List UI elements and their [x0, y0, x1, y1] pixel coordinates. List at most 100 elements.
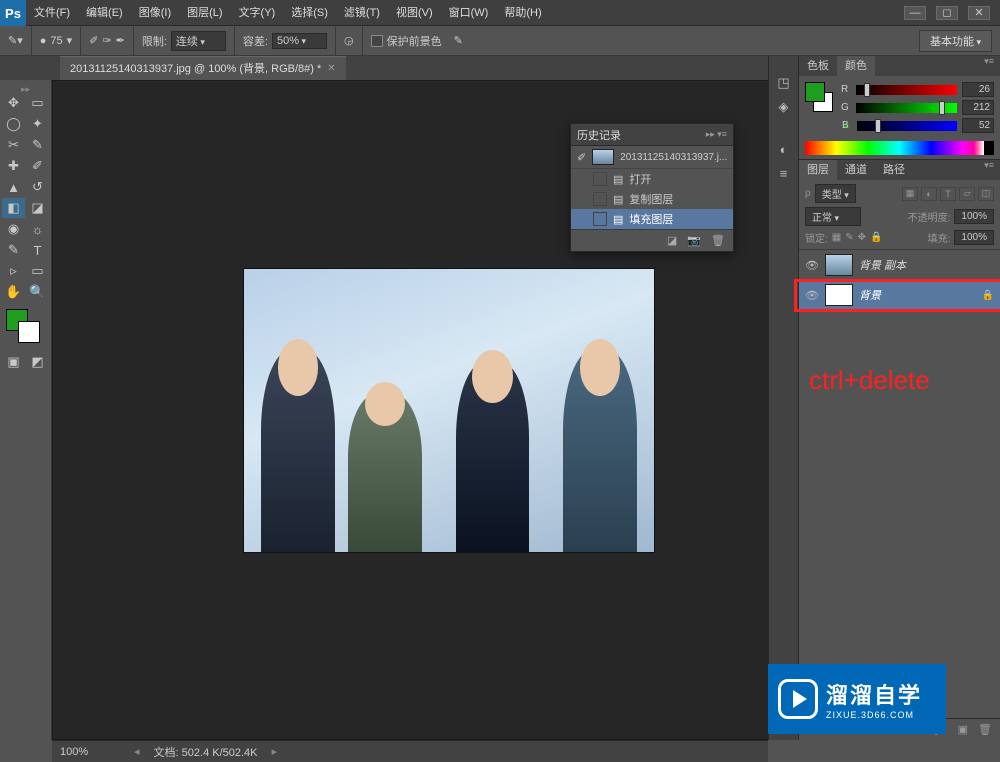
lock-position-icon[interactable]: ✥ — [858, 232, 866, 243]
minimize-button[interactable]: — — [904, 6, 926, 20]
dock-icon-nav[interactable]: ◳ — [769, 72, 798, 94]
r-slider[interactable] — [856, 85, 957, 95]
filter-adjust-icon[interactable]: ◐ — [921, 187, 937, 201]
layer-thumb[interactable] — [825, 284, 853, 306]
menu-window[interactable]: 窗口(W) — [441, 0, 497, 26]
menu-image[interactable]: 图像(I) — [131, 0, 179, 26]
path-select-tool[interactable]: ▹ — [2, 261, 25, 281]
dodge-tool[interactable]: ☼ — [26, 219, 49, 239]
g-value[interactable]: 212 — [962, 100, 994, 115]
close-button[interactable]: ✕ — [968, 6, 990, 20]
type-tool[interactable]: T — [26, 240, 49, 260]
statusbar-prev-icon[interactable]: ◂ — [134, 745, 140, 758]
blur-tool[interactable]: ◉ — [2, 219, 25, 239]
protect-fg-checkbox[interactable] — [371, 35, 383, 47]
edit-mode-quickmask[interactable]: ◩ — [26, 352, 49, 372]
tab-color[interactable]: 颜色 — [837, 56, 875, 76]
brush-variant-icon-1[interactable]: ✐ — [89, 34, 98, 47]
b-slider[interactable] — [857, 121, 957, 131]
lasso-tool[interactable]: ◯ — [2, 114, 25, 134]
zoom-tool[interactable]: 🔍 — [26, 282, 49, 302]
document-canvas[interactable] — [243, 268, 655, 553]
filter-type-icon[interactable]: T — [940, 187, 956, 201]
background-swatch[interactable] — [18, 321, 40, 343]
chevron-down-icon[interactable]: ▾ — [67, 34, 73, 47]
layer-thumb[interactable] — [825, 254, 853, 276]
color-spectrum[interactable] — [805, 141, 994, 155]
panel-menu-icon[interactable]: ▾≡ — [978, 56, 1000, 76]
lock-transparent-icon[interactable]: ▦ — [832, 232, 841, 243]
brush-variant-icon-3[interactable]: ✒ — [116, 34, 125, 47]
layer-name[interactable]: 背景 — [859, 287, 881, 303]
eraser-tool[interactable]: ◧ — [2, 198, 25, 218]
hand-tool[interactable]: ✋ — [2, 282, 25, 302]
eyedropper-tool[interactable]: ✎ — [26, 135, 49, 155]
tool-preset-icon[interactable]: ✎▾ — [8, 34, 23, 47]
stamp-tool[interactable]: ▲ — [2, 177, 25, 197]
menu-file[interactable]: 文件(F) — [26, 0, 78, 26]
shape-tool[interactable]: ▭ — [26, 261, 49, 281]
menu-view[interactable]: 视图(V) — [388, 0, 441, 26]
tab-channels[interactable]: 通道 — [837, 160, 875, 180]
menu-layer[interactable]: 图层(L) — [179, 0, 230, 26]
tab-swatches[interactable]: 色板 — [799, 56, 837, 76]
visibility-icon[interactable]: 👁 — [805, 289, 819, 302]
history-panel-header[interactable]: 历史记录 ▸▸ ▾≡ — [571, 124, 733, 146]
dock-icon-styles[interactable]: ≡ — [769, 162, 798, 184]
brush-tool[interactable]: ✐ — [26, 156, 49, 176]
lock-all-icon[interactable]: 🔒 — [870, 232, 882, 243]
panel-menu-icon[interactable]: ▾≡ — [978, 160, 1000, 180]
g-slider[interactable] — [856, 103, 957, 113]
close-icon[interactable]: ✕ — [327, 58, 335, 80]
maximize-button[interactable]: ◻ — [936, 6, 958, 20]
tab-paths[interactable]: 路径 — [875, 160, 913, 180]
layer-row[interactable]: 👁 背景 副本 — [799, 250, 1000, 280]
filter-pixel-icon[interactable]: ▦ — [902, 187, 918, 201]
trash-icon[interactable]: 🗑 — [711, 234, 725, 247]
tolerance-input[interactable]: 50% — [272, 33, 327, 49]
history-brush-source-icon[interactable]: ✐ — [577, 151, 586, 164]
fill-value[interactable]: 100% — [954, 230, 994, 245]
panel-fg-swatch[interactable] — [805, 82, 825, 102]
lock-pixels-icon[interactable]: ✎ — [845, 232, 853, 243]
b-value[interactable]: 52 — [962, 118, 994, 133]
pressure-icon[interactable]: ◶ — [344, 34, 354, 47]
opacity-value[interactable]: 100% — [954, 209, 994, 224]
dock-icon-info[interactable]: ◈ — [769, 96, 798, 118]
statusbar-next-icon[interactable]: ▸ — [272, 745, 278, 758]
blend-mode-dropdown[interactable]: 正常 — [805, 207, 861, 226]
color-swatches[interactable] — [2, 307, 49, 347]
layer-name[interactable]: 背景 副本 — [859, 257, 906, 273]
r-value[interactable]: 26 — [962, 82, 994, 97]
filter-shape-icon[interactable]: ▱ — [959, 187, 975, 201]
create-snapshot-icon[interactable]: ◪ — [667, 234, 677, 247]
history-item[interactable]: ▤填充图层 — [571, 209, 733, 229]
trash-icon[interactable]: 🗑 — [978, 723, 992, 736]
history-item[interactable]: ▤打开 — [571, 169, 733, 189]
tab-layers[interactable]: 图层 — [799, 160, 837, 180]
gradient-tool[interactable]: ◪ — [26, 198, 49, 218]
menu-edit[interactable]: 编辑(E) — [78, 0, 131, 26]
document-tab[interactable]: 20131125140313937.jpg @ 100% (背景, RGB/8#… — [60, 56, 346, 80]
menu-help[interactable]: 帮助(H) — [496, 0, 549, 26]
new-layer-icon[interactable]: ▣ — [958, 723, 968, 736]
history-snapshot[interactable]: ✐ 20131125140313937.j... — [571, 146, 733, 169]
menu-type[interactable]: 文字(Y) — [231, 0, 284, 26]
layer-filter-kind[interactable]: 类型 — [815, 184, 856, 203]
filter-smart-icon[interactable]: ◫ — [978, 187, 994, 201]
zoom-level[interactable]: 100% — [60, 746, 120, 758]
history-panel[interactable]: 历史记录 ▸▸ ▾≡ ✐ 20131125140313937.j... ▤打开 … — [570, 123, 734, 252]
quick-select-tool[interactable]: ✦ — [26, 114, 49, 134]
brush-size[interactable]: 75 — [50, 35, 62, 47]
workspace-dropdown[interactable]: 基本功能 — [919, 30, 992, 52]
visibility-icon[interactable]: 👁 — [805, 259, 819, 272]
history-item[interactable]: ▤复制图层 — [571, 189, 733, 209]
dock-icon-adjust[interactable]: ◐ — [769, 138, 798, 160]
crop-tool[interactable]: ✂ — [2, 135, 25, 155]
marquee-tool[interactable]: ▭ — [26, 93, 49, 113]
menu-filter[interactable]: 滤镜(T) — [336, 0, 388, 26]
pen-tool[interactable]: ✎ — [2, 240, 25, 260]
history-brush-tool[interactable]: ↺ — [26, 177, 49, 197]
move-tool[interactable]: ✥ — [2, 93, 25, 113]
menu-select[interactable]: 选择(S) — [283, 0, 336, 26]
